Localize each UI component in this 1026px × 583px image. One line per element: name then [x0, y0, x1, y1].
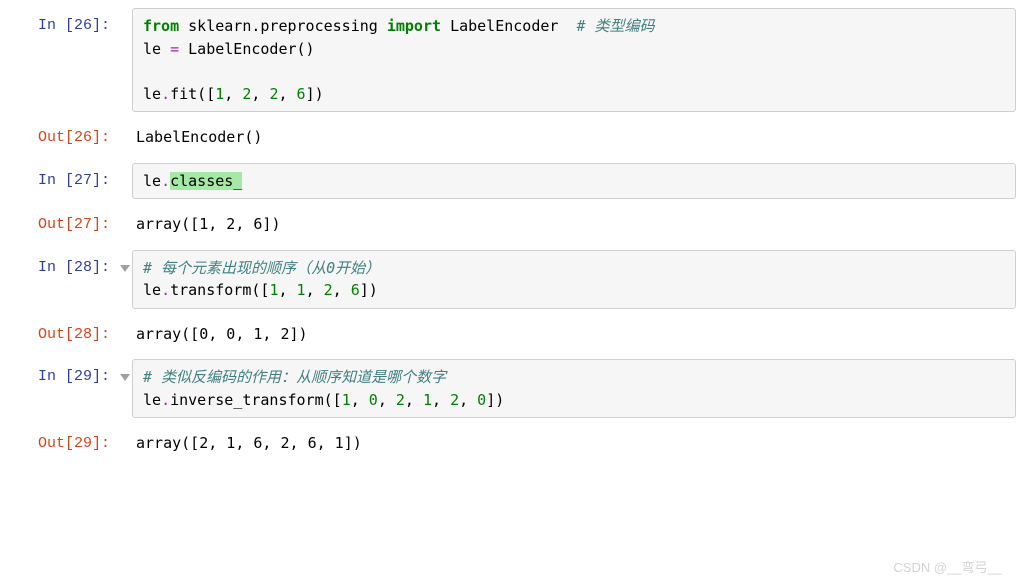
collapser-toggle[interactable]: [118, 359, 132, 389]
code-input[interactable]: # 每个元素出现的顺序（从0开始） le.transform([1, 1, 2,…: [132, 250, 1016, 309]
watermark: CSDN @__弯弓__: [893, 558, 1002, 578]
code-output: array([0, 0, 1, 2]): [132, 317, 1026, 352]
in-prompt: In [29]:: [0, 359, 118, 389]
code-output: array([1, 2, 6]): [132, 207, 1026, 242]
in-prompt: In [26]:: [0, 8, 118, 38]
in-prompt: In [27]:: [0, 163, 118, 193]
code-output: array([2, 1, 6, 2, 6, 1]): [132, 426, 1026, 461]
code-output: LabelEncoder(): [132, 120, 1026, 155]
code-input[interactable]: from sklearn.preprocessing import LabelE…: [132, 8, 1016, 112]
out-prompt: Out[27]:: [0, 207, 118, 237]
cell-in-29: In [29]: # 类似反编码的作用：从顺序知道是哪个数字 le.invers…: [0, 359, 1026, 418]
collapser-placeholder: [118, 8, 132, 15]
cell-out-28: Out[28]: array([0, 0, 1, 2]): [0, 317, 1026, 352]
out-prompt: Out[28]:: [0, 317, 118, 347]
collapser-placeholder: [118, 426, 132, 433]
collapser-placeholder: [118, 120, 132, 127]
notebook-view: In [26]: from sklearn.preprocessing impo…: [0, 8, 1026, 583]
cell-in-26: In [26]: from sklearn.preprocessing impo…: [0, 8, 1026, 112]
code-input[interactable]: # 类似反编码的作用：从顺序知道是哪个数字 le.inverse_transfo…: [132, 359, 1016, 418]
cell-in-28: In [28]: # 每个元素出现的顺序（从0开始） le.transform(…: [0, 250, 1026, 309]
out-prompt: Out[26]:: [0, 120, 118, 150]
collapser-placeholder: [118, 163, 132, 170]
collapser-placeholder: [118, 317, 132, 324]
collapser-placeholder: [118, 207, 132, 214]
out-prompt: Out[29]:: [0, 426, 118, 456]
chevron-down-icon: [120, 257, 130, 280]
cell-out-27: Out[27]: array([1, 2, 6]): [0, 207, 1026, 242]
in-prompt: In [28]:: [0, 250, 118, 280]
cell-out-29: Out[29]: array([2, 1, 6, 2, 6, 1]): [0, 426, 1026, 461]
code-input[interactable]: le.classes_: [132, 163, 1016, 200]
cell-out-26: Out[26]: LabelEncoder(): [0, 120, 1026, 155]
chevron-down-icon: [120, 366, 130, 389]
cell-in-27: In [27]: le.classes_: [0, 163, 1026, 200]
collapser-toggle[interactable]: [118, 250, 132, 280]
